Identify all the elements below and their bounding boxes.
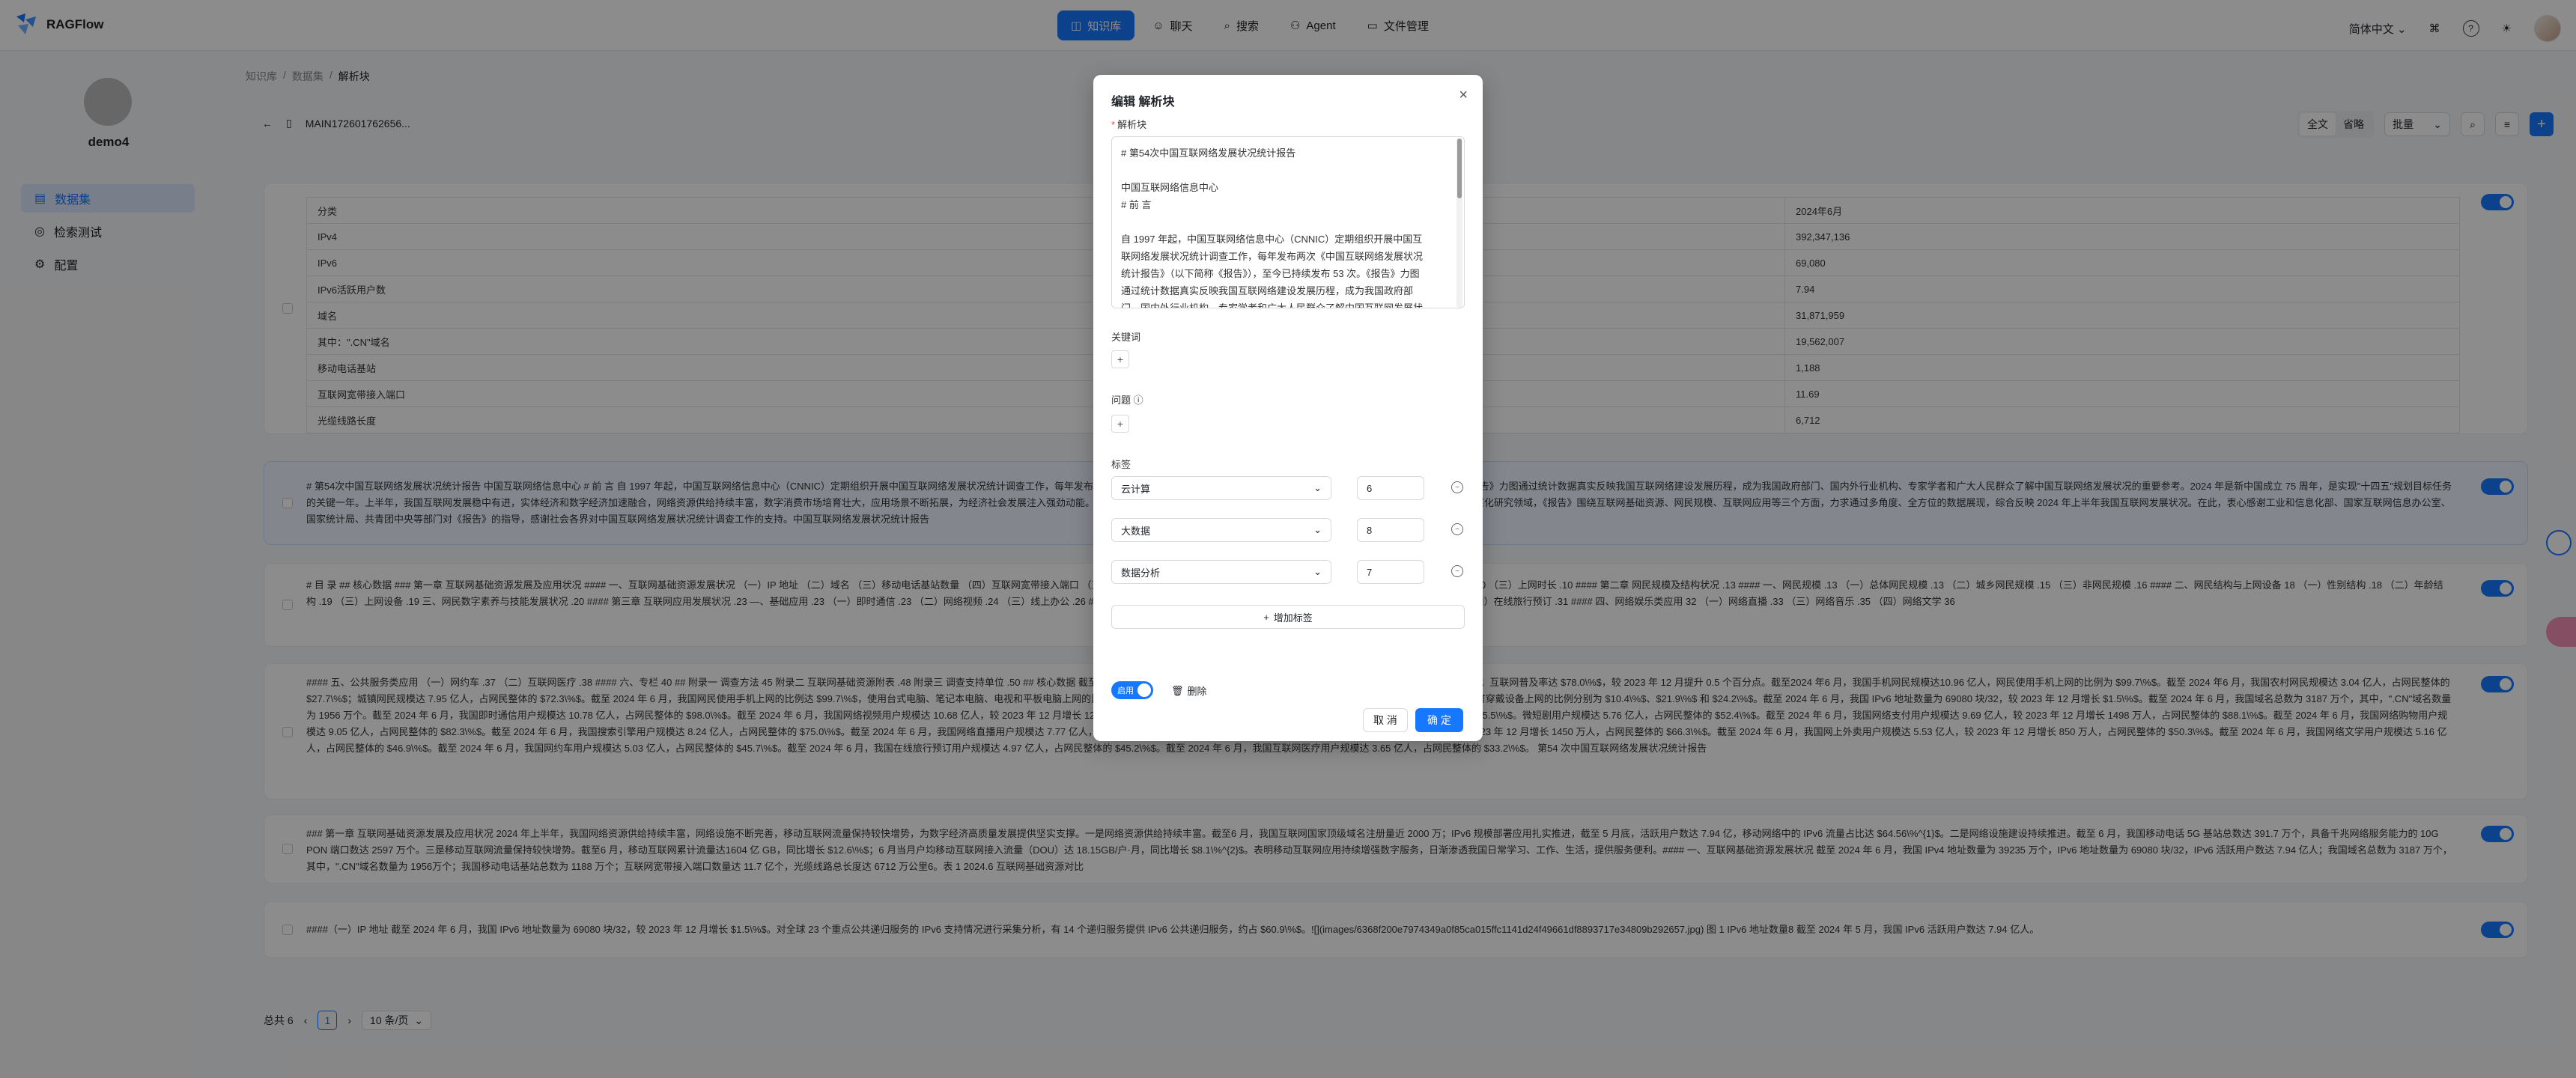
chunk-line: # 前 言 [1121, 199, 1152, 210]
plus-icon: + [1263, 611, 1269, 623]
chunk-field-label: * 解析块 [1111, 117, 1146, 131]
trash-icon: 🗑 [1171, 684, 1184, 696]
chunk-line: 通过统计数据真实反映我国互联网络建设发展历程，成为我国政府部 [1121, 285, 1414, 296]
enable-label: 启用 [1117, 686, 1134, 695]
tag-weight-input[interactable]: 7 [1357, 560, 1424, 584]
tag-weight-input[interactable]: 6 [1357, 476, 1424, 500]
tag-name: 大数据 [1121, 525, 1151, 537]
confirm-button[interactable]: 确 定 [1415, 708, 1463, 732]
chunk-line: 联网络发展状况统计调查工作，每年发布两次《中国互联网络发展状况 [1121, 251, 1424, 262]
chunk-line [1121, 213, 1450, 231]
modal-title: 编辑 解析块 [1111, 96, 1175, 109]
tag-row: 数据分析 ⌄ 7 − [1111, 560, 1465, 584]
tag-name-select[interactable]: 数据分析 ⌄ [1111, 560, 1331, 584]
chunk-label-text: 解析块 [1117, 119, 1147, 130]
plus-icon: + [1117, 353, 1124, 365]
remove-tag-icon[interactable]: − [1451, 523, 1463, 535]
required-mark: * [1111, 119, 1116, 130]
tag-weight-input[interactable]: 8 [1357, 518, 1424, 542]
tag-name: 云计算 [1121, 483, 1151, 495]
chevron-down-icon: ⌄ [1313, 482, 1322, 493]
tag-name-select[interactable]: 大数据 ⌄ [1111, 518, 1331, 542]
tag-row: 大数据 ⌄ 8 − [1111, 518, 1465, 542]
info-icon[interactable]: ⓘ [1134, 395, 1143, 406]
delete-chunk-link[interactable]: 🗑 删除 [1171, 683, 1207, 698]
keywords-label: 关键词 [1111, 332, 1141, 343]
chunk-line: 中国互联网络信息中心 [1121, 182, 1219, 193]
textarea-scrollbar[interactable] [1456, 138, 1462, 308]
chevron-down-icon: ⌄ [1313, 566, 1322, 577]
remove-tag-icon[interactable]: − [1451, 481, 1463, 493]
chunk-line [1121, 162, 1450, 179]
chunk-line: 门、国内外行业机构、专家学者和广大人民群众了解中国互联网发展状 [1121, 302, 1424, 308]
chunk-line: # 第54次中国互联网络发展状况统计报告 [1121, 147, 1296, 159]
add-tag-button[interactable]: + 增加标签 [1111, 605, 1465, 629]
tag-name-select[interactable]: 云计算 ⌄ [1111, 476, 1331, 500]
chunk-line: 统计报告》（以下简称《报告》），至今已持续发布 53 次。《报告》力图 [1121, 268, 1420, 279]
chunk-content-textarea[interactable]: # 第54次中国互联网络发展状况统计报告 中国互联网络信息中心 # 前 言 自 … [1111, 136, 1465, 308]
questions-label: 问题 ⓘ [1111, 392, 1143, 406]
tag-name: 数据分析 [1121, 567, 1161, 579]
add-keyword-button[interactable]: + [1111, 350, 1129, 368]
chunk-line: 自 1997 年起，中国互联网络信息中心（CNNIC）定期组织开展中国互 [1121, 234, 1423, 245]
tag-row: 云计算 ⌄ 6 − [1111, 476, 1465, 500]
edit-chunk-modal: 编辑 解析块 × * 解析块 # 第54次中国互联网络发展状况统计报告 中国互联网… [1093, 75, 1483, 741]
enable-switch[interactable]: 启用 [1111, 681, 1153, 699]
cancel-button[interactable]: 取 消 [1363, 708, 1408, 732]
plus-icon: + [1117, 418, 1124, 430]
close-icon[interactable]: × [1459, 87, 1468, 104]
add-question-button[interactable]: + [1111, 415, 1129, 433]
add-tag-label: 增加标签 [1273, 612, 1313, 624]
questions-label-text: 问题 [1111, 395, 1131, 406]
tags-label: 标签 [1111, 459, 1131, 470]
delete-label: 删除 [1187, 686, 1207, 697]
remove-tag-icon[interactable]: − [1451, 565, 1463, 577]
chevron-down-icon: ⌄ [1313, 524, 1322, 535]
